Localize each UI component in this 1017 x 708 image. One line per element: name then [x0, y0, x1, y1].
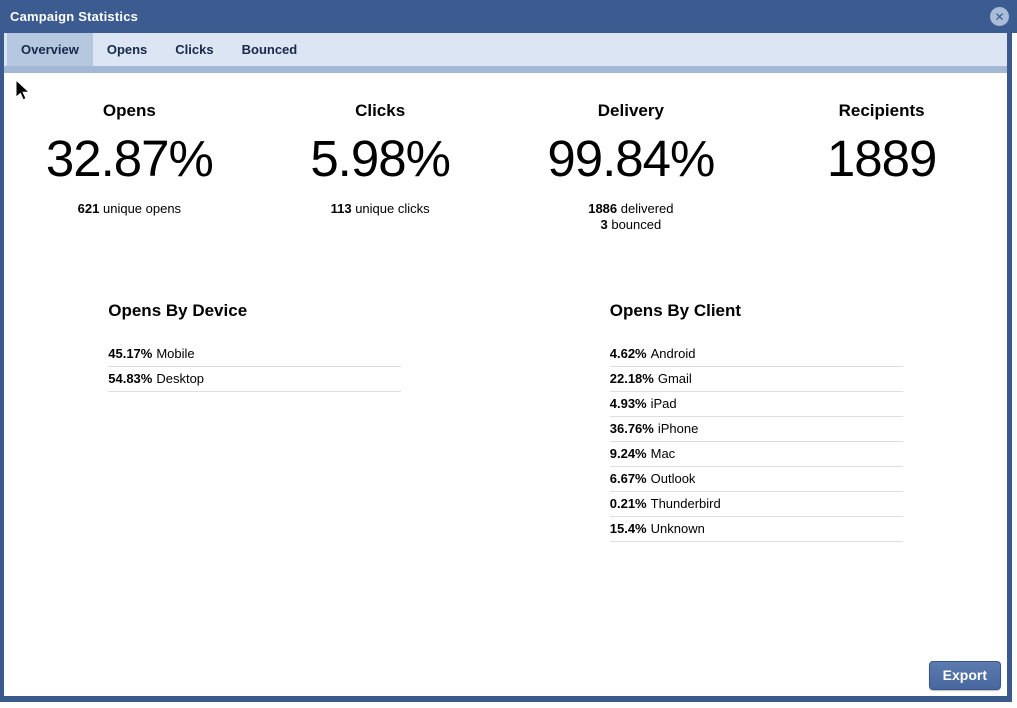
tab-opens[interactable]: Opens [93, 33, 161, 66]
stat-opens: Opens 32.87% 621 unique opens [4, 101, 255, 273]
tab-bounced[interactable]: Bounced [228, 33, 312, 66]
campaign-statistics-dialog: Campaign Statistics ✕ Overview Opens Cli… [0, 0, 1017, 708]
stat-opens-detail: 621 unique opens [4, 201, 255, 217]
client-row: 36.76%iPhone [610, 417, 903, 442]
stat-delivery-value: 99.84% [506, 131, 757, 187]
device-row: 54.83%Desktop [108, 367, 401, 392]
client-row: 15.4%Unknown [610, 517, 903, 542]
opens-by-client-title: Opens By Client [610, 301, 903, 321]
client-row: 9.24%Mac [610, 442, 903, 467]
stat-clicks-value: 5.98% [255, 131, 506, 187]
client-row: 4.62%Android [610, 342, 903, 367]
client-row: 6.67%Outlook [610, 467, 903, 492]
stat-opens-value: 32.87% [4, 131, 255, 187]
tab-overview[interactable]: Overview [7, 33, 93, 66]
stat-recipients-value: 1889 [756, 131, 1007, 187]
export-button[interactable]: Export [929, 661, 1001, 690]
client-row: 22.18%Gmail [610, 367, 903, 392]
opens-by-device-section: Opens By Device 45.17%Mobile 54.83%Deskt… [108, 301, 401, 392]
stat-recipients-label: Recipients [756, 101, 1007, 121]
window-title: Campaign Statistics [10, 9, 138, 24]
stat-delivery-label: Delivery [506, 101, 757, 121]
stat-recipients: Recipients 1889 [756, 101, 1007, 273]
device-row: 45.17%Mobile [108, 342, 401, 367]
stat-opens-label: Opens [4, 101, 255, 121]
window-body: Overview Opens Clicks Bounced Opens 32.8… [0, 33, 1012, 702]
stat-clicks-label: Clicks [255, 101, 506, 121]
tab-bar: Overview Opens Clicks Bounced [4, 33, 1007, 66]
overview-panel: Opens 32.87% 621 unique opens Clicks 5.9… [4, 73, 1007, 696]
tab-clicks[interactable]: Clicks [161, 33, 227, 66]
client-row: 4.93%iPad [610, 392, 903, 417]
close-icon: ✕ [994, 11, 1004, 23]
title-bar: Campaign Statistics ✕ [0, 0, 1017, 33]
breakdown-sections: Opens By Device 45.17%Mobile 54.83%Deskt… [4, 301, 1007, 542]
client-row: 0.21%Thunderbird [610, 492, 903, 517]
stat-delivery: Delivery 99.84% 1886 delivered 3 bounced [506, 101, 757, 273]
close-button[interactable]: ✕ [990, 7, 1009, 26]
stats-row: Opens 32.87% 621 unique opens Clicks 5.9… [4, 73, 1007, 273]
opens-by-device-title: Opens By Device [108, 301, 401, 321]
stat-delivery-detail: 1886 delivered 3 bounced [506, 201, 757, 233]
opens-by-client-section: Opens By Client 4.62%Android 22.18%Gmail… [610, 301, 903, 542]
stat-clicks-detail: 113 unique clicks [255, 201, 506, 217]
stat-clicks: Clicks 5.98% 113 unique clicks [255, 101, 506, 273]
active-tab-strip [4, 66, 1007, 73]
